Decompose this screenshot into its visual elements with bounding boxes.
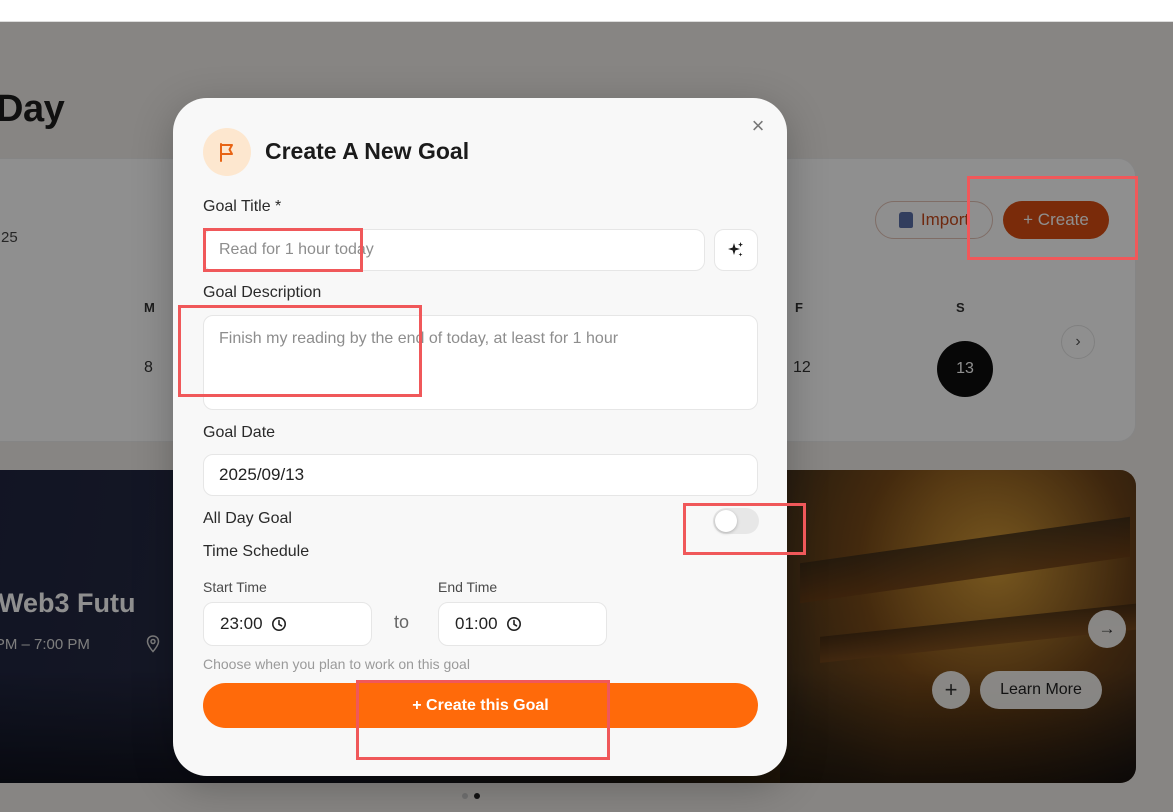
flag-icon-badge	[203, 128, 251, 176]
end-time-value: 01:00	[455, 614, 498, 633]
end-time-label: End Time	[438, 579, 498, 595]
time-hint: Choose when you plan to work on this goa…	[203, 656, 470, 672]
goal-date-input[interactable]	[203, 454, 758, 496]
end-time-input[interactable]: 01:00	[438, 602, 607, 646]
all-day-label: All Day Goal	[203, 510, 292, 527]
start-time-input[interactable]: 23:00	[203, 602, 372, 646]
close-icon[interactable]: ×	[747, 115, 769, 137]
annotation-box	[967, 176, 1138, 260]
sparkle-icon	[728, 242, 743, 257]
time-schedule-label: Time Schedule	[203, 543, 310, 560]
modal-title: Create A New Goal	[265, 138, 470, 164]
goal-title-label: Goal Title *	[203, 198, 282, 215]
annotation-box	[203, 228, 363, 272]
top-bar	[0, 0, 1173, 22]
start-time-value: 23:00	[220, 614, 263, 633]
annotation-box	[683, 503, 806, 555]
to-separator: to	[394, 612, 410, 632]
start-time-label: Start Time	[203, 579, 267, 595]
flag-icon	[220, 143, 233, 162]
goal-date-label: Goal Date	[203, 424, 276, 441]
clock-icon	[506, 617, 521, 631]
goal-description-label: Goal Description	[203, 284, 322, 301]
clock-icon	[271, 617, 286, 631]
annotation-box	[178, 305, 422, 397]
ai-suggest-button[interactable]	[714, 229, 758, 271]
annotation-box	[356, 680, 610, 760]
create-goal-modal: × Create A New Goal Goal Title * Goal De…	[173, 98, 787, 776]
